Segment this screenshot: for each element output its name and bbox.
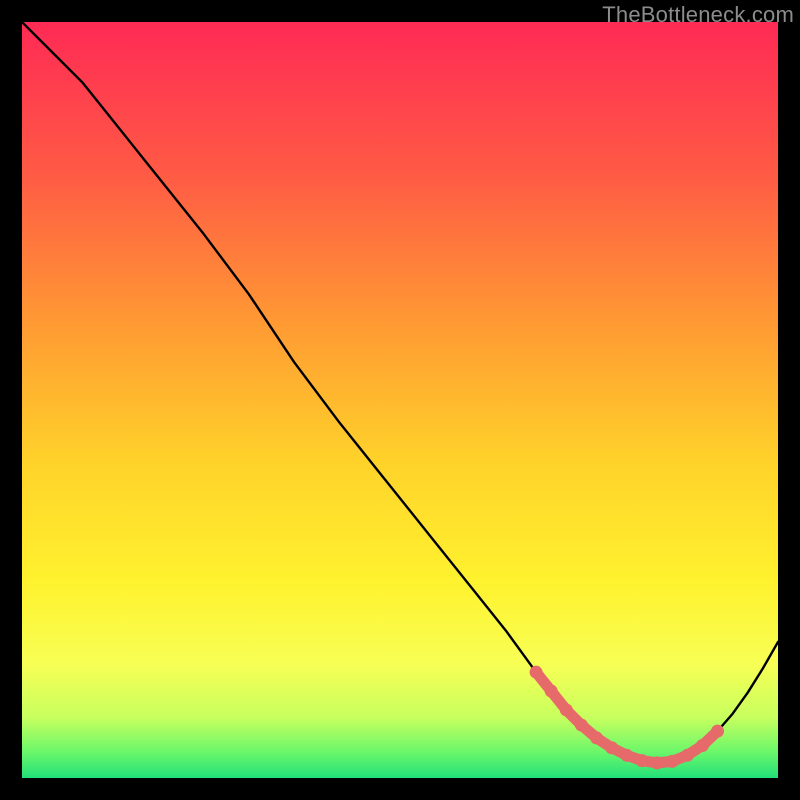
highlight-dot xyxy=(545,685,558,698)
highlight-dot xyxy=(530,666,543,679)
highlight-dot xyxy=(575,719,588,732)
highlight-dot xyxy=(681,749,694,762)
highlight-dot xyxy=(666,755,679,768)
highlight-dot xyxy=(696,739,709,752)
chart-background xyxy=(22,22,778,778)
highlight-dot xyxy=(590,731,603,744)
highlight-dot xyxy=(605,741,618,754)
watermark-text: TheBottleneck.com xyxy=(602,2,794,28)
chart-frame xyxy=(22,22,778,778)
highlight-dot xyxy=(711,725,724,738)
highlight-dot xyxy=(635,754,648,767)
chart-svg xyxy=(22,22,778,778)
highlight-dot xyxy=(651,756,664,769)
highlight-dot xyxy=(620,749,633,762)
highlight-dot xyxy=(560,703,573,716)
